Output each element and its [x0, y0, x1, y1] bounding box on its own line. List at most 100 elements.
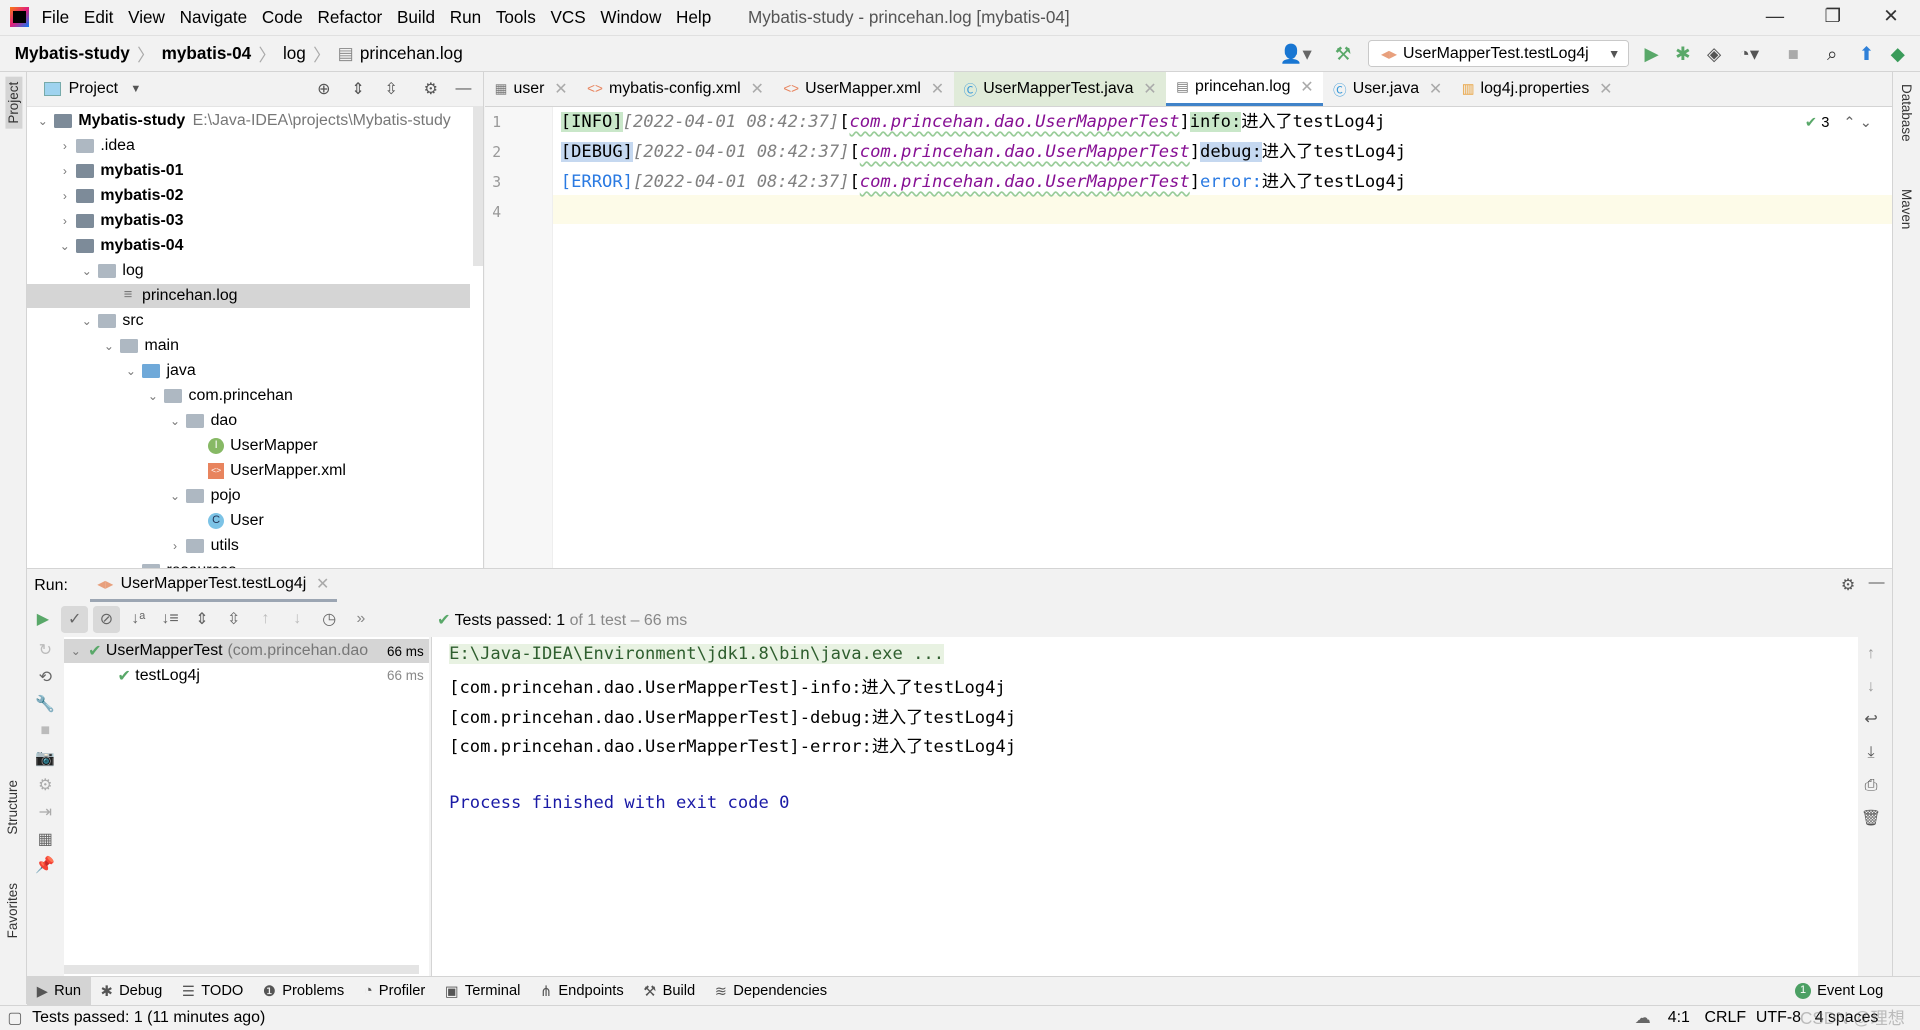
tree-item[interactable]: ⌄ dao: [27, 409, 470, 433]
menu-item[interactable]: Run: [450, 7, 481, 27]
update-icon[interactable]: ⬆: [1859, 43, 1874, 65]
soft-wrap-icon[interactable]: ↩: [1858, 703, 1885, 736]
chevron-down-icon[interactable]: ⌄: [144, 389, 161, 403]
chevron-down-icon[interactable]: ▼: [130, 83, 141, 95]
test-row[interactable]: ✔ testLog4j 66 ms: [64, 663, 429, 687]
line-separator[interactable]: CRLF: [1705, 1009, 1747, 1027]
tree-item[interactable]: › mybatis-01: [27, 159, 470, 183]
breadcrumb-item[interactable]: princehan.log: [360, 43, 463, 64]
code-line[interactable]: [ERROR][2022-04-01 08:42:37][com.princeh…: [561, 169, 1406, 196]
tree-item[interactable]: ⌄ src: [27, 309, 470, 333]
menu-item[interactable]: Window: [600, 7, 661, 27]
caret-position[interactable]: 4:1: [1668, 1009, 1690, 1027]
show-passed-icon[interactable]: ✓: [61, 605, 89, 633]
tool-window-debug[interactable]: ✱ Debug: [91, 976, 172, 1005]
inspection-widget[interactable]: ✔ 3 ⌃ ⌄: [1805, 114, 1872, 131]
menu-item[interactable]: Navigate: [180, 7, 248, 27]
menu-item[interactable]: Help: [676, 7, 711, 27]
run-icon[interactable]: ▶: [1645, 43, 1659, 65]
show-ignored-icon[interactable]: ⊘: [93, 605, 120, 633]
chevron-down-icon[interactable]: ⌄: [78, 314, 95, 328]
chevron-right-icon[interactable]: ›: [56, 139, 73, 153]
menu-item[interactable]: Code: [262, 7, 303, 27]
database-tool-button[interactable]: Database: [1899, 84, 1914, 142]
build-hammer-icon[interactable]: ⚒: [1335, 43, 1351, 65]
menu-item[interactable]: File: [42, 7, 70, 27]
locate-icon[interactable]: ⊕: [317, 79, 330, 99]
close-icon[interactable]: ✕: [931, 79, 944, 99]
tree-item[interactable]: I UserMapper: [27, 434, 470, 458]
editor-tab[interactable]: <> UserMapper.xml ✕: [774, 72, 954, 105]
chevron-down-icon[interactable]: ⌄: [56, 239, 73, 253]
collapse-all-icon[interactable]: ⇳: [220, 606, 247, 633]
run-tab[interactable]: ◂▸ UserMapperTest.testLog4j ✕: [89, 569, 337, 603]
down-icon[interactable]: ↓: [1858, 670, 1885, 703]
tree-item[interactable]: ⌄ pojo: [27, 484, 470, 508]
close-icon[interactable]: ✕: [1300, 77, 1313, 97]
tool-window-todo[interactable]: ☰ TODO: [172, 976, 253, 1005]
tree-item[interactable]: ⌄ mybatis-04: [27, 234, 470, 258]
tool-window-dependencies[interactable]: ≋ Dependencies: [705, 976, 837, 1005]
gear-icon[interactable]: ⚙: [424, 79, 438, 99]
tree-item[interactable]: › utils: [27, 534, 470, 558]
sort-duration-icon[interactable]: ↓≡: [157, 606, 184, 633]
gear-icon[interactable]: ⚙: [1841, 575, 1855, 595]
run-configuration-select[interactable]: ◂▸ UserMapperTest.testLog4j ▼: [1367, 40, 1629, 68]
camera-icon[interactable]: 📷: [32, 744, 59, 771]
test-tree-scrollbar[interactable]: [63, 964, 419, 975]
editor-tab[interactable]: ▤ princehan.log ✕: [1166, 72, 1324, 106]
status-message[interactable]: Tests passed: 1 (11 minutes ago): [32, 1009, 265, 1027]
close-icon[interactable]: ✕: [1599, 79, 1612, 99]
editor-tab[interactable]: <> mybatis-config.xml ✕: [577, 72, 773, 105]
chevron-right-icon[interactable]: ›: [56, 164, 73, 178]
chevron-down-icon[interactable]: ⌄: [100, 339, 117, 353]
tree-item[interactable]: › mybatis-03: [27, 209, 470, 233]
code-line[interactable]: [INFO][2022-04-01 08:42:37][com.princeha…: [560, 109, 1385, 136]
tree-item[interactable]: <> UserMapper.xml: [27, 459, 470, 483]
code-line[interactable]: [DEBUG][2022-04-01 08:42:37][com.princeh…: [560, 139, 1406, 166]
more-icon[interactable]: »: [348, 606, 375, 633]
menu-item[interactable]: Edit: [84, 7, 114, 27]
menu-item[interactable]: View: [128, 7, 165, 27]
structure-tool-button[interactable]: Structure: [5, 780, 20, 835]
previous-failed-icon[interactable]: ↑: [252, 606, 279, 633]
chevron-right-icon[interactable]: ›: [56, 189, 73, 203]
tree-item[interactable]: ⌄ Mybatis-study E:\Java-IDEA\projects\Myba…: [27, 109, 470, 133]
test-row[interactable]: ⌄ ✔ UserMapperTest (com.princehan.dao 66 …: [63, 638, 429, 664]
help-cloud-icon[interactable]: ☁: [1635, 1008, 1651, 1028]
menu-item[interactable]: Tools: [496, 7, 536, 27]
editor-tab[interactable]: ▥ log4j.properties ✕: [1452, 72, 1622, 105]
breadcrumb-item[interactable]: mybatis-04: [162, 43, 251, 64]
close-icon[interactable]: ✕: [316, 574, 329, 594]
tool-window-endpoints[interactable]: ⋔ Endpoints: [530, 976, 633, 1005]
trash-icon[interactable]: 🗑: [1858, 802, 1885, 835]
up-icon[interactable]: ↑: [1858, 637, 1885, 670]
breadcrumb-item[interactable]: Mybatis-study: [15, 43, 130, 64]
tool-window-problems[interactable]: ❶ Problems: [253, 976, 354, 1005]
tool-window-profiler[interactable]: ◔ Profiler: [354, 976, 435, 1005]
close-icon[interactable]: ✕: [1143, 79, 1156, 99]
file-encoding[interactable]: UTF-8: [1756, 1009, 1801, 1027]
print-icon[interactable]: ⎙: [1858, 769, 1885, 802]
expand-all-icon[interactable]: ⇕: [351, 79, 364, 99]
close-icon[interactable]: ✕: [554, 79, 567, 99]
tool-window-build[interactable]: ⚒ Build: [634, 976, 706, 1005]
close-icon[interactable]: ✕: [750, 79, 763, 99]
minimize-button[interactable]: —: [1766, 5, 1784, 27]
profile-icon[interactable]: ◔▾: [1739, 43, 1759, 65]
panel-toggle-icon[interactable]: ▢: [7, 1008, 22, 1028]
tree-item[interactable]: ⌄ com.princehan: [27, 384, 470, 408]
tree-item[interactable]: ⌄ main: [27, 334, 470, 358]
tree-item[interactable]: ⌄ log: [27, 259, 470, 283]
maven-tool-button[interactable]: Maven: [1899, 189, 1914, 229]
sort-alpha-icon[interactable]: ↓ᵃ: [125, 606, 152, 633]
editor-tab[interactable]: Ⓒ User.java ✕: [1323, 72, 1452, 105]
layout-icon[interactable]: ▦: [32, 825, 59, 852]
project-tool-button[interactable]: Project: [4, 77, 23, 129]
pin-icon[interactable]: 📌: [32, 852, 59, 879]
restore-button[interactable]: ❐: [1825, 5, 1841, 27]
toggle-auto-test-icon[interactable]: ⟲: [32, 663, 59, 690]
chevron-right-icon[interactable]: ›: [167, 539, 184, 553]
wrench-icon[interactable]: 🔧: [32, 690, 59, 717]
hide-icon[interactable]: —: [456, 80, 472, 98]
